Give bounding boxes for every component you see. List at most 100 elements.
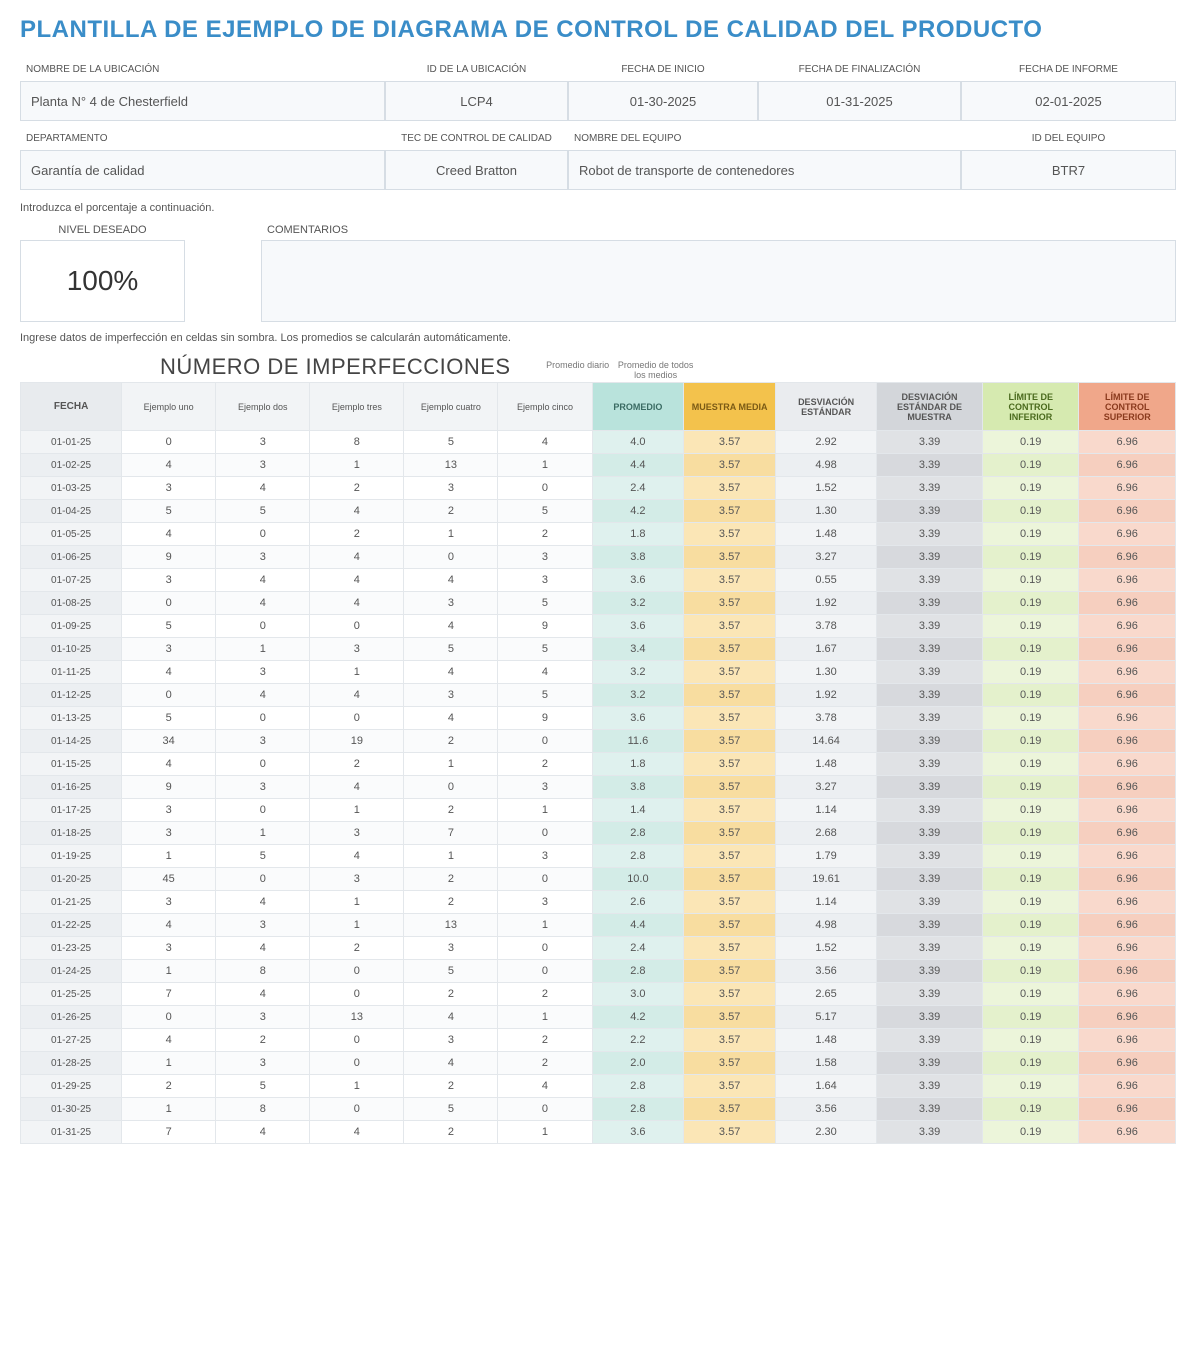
cell-sample[interactable]: 2 xyxy=(216,1029,310,1052)
value-start-date[interactable]: 01-30-2025 xyxy=(568,81,758,121)
cell-sample[interactable]: 0 xyxy=(122,684,216,707)
cell-sample[interactable]: 3 xyxy=(498,776,592,799)
cell-sample[interactable]: 2 xyxy=(310,753,404,776)
cell-sample[interactable]: 5 xyxy=(404,431,498,454)
cell-sample[interactable]: 4 xyxy=(404,661,498,684)
cell-sample[interactable]: 4 xyxy=(216,937,310,960)
cell-sample[interactable]: 1 xyxy=(404,523,498,546)
cell-sample[interactable]: 5 xyxy=(498,638,592,661)
cell-sample[interactable]: 3 xyxy=(216,730,310,753)
cell-sample[interactable]: 1 xyxy=(498,1006,592,1029)
cell-sample[interactable]: 0 xyxy=(498,868,592,891)
cell-sample[interactable]: 3 xyxy=(498,546,592,569)
cell-sample[interactable]: 0 xyxy=(216,868,310,891)
cell-sample[interactable]: 0 xyxy=(498,1098,592,1121)
cell-sample[interactable]: 0 xyxy=(310,983,404,1006)
cell-sample[interactable]: 9 xyxy=(498,707,592,730)
cell-sample[interactable]: 4 xyxy=(122,753,216,776)
cell-sample[interactable]: 0 xyxy=(310,615,404,638)
cell-sample[interactable]: 5 xyxy=(404,1098,498,1121)
cell-sample[interactable]: 4 xyxy=(122,523,216,546)
cell-sample[interactable]: 5 xyxy=(122,707,216,730)
value-desired-level[interactable]: 100% xyxy=(20,240,185,322)
cell-sample[interactable]: 4 xyxy=(310,546,404,569)
cell-sample[interactable]: 3 xyxy=(310,822,404,845)
cell-sample[interactable]: 1 xyxy=(310,661,404,684)
cell-sample[interactable]: 3 xyxy=(216,914,310,937)
value-department[interactable]: Garantía de calidad xyxy=(20,150,385,190)
cell-sample[interactable]: 3 xyxy=(216,1052,310,1075)
cell-sample[interactable]: 45 xyxy=(122,868,216,891)
cell-sample[interactable]: 4 xyxy=(216,684,310,707)
cell-sample[interactable]: 2 xyxy=(404,1121,498,1144)
cell-sample[interactable]: 3 xyxy=(122,477,216,500)
cell-sample[interactable]: 5 xyxy=(122,500,216,523)
cell-sample[interactable]: 4 xyxy=(122,1029,216,1052)
cell-sample[interactable]: 5 xyxy=(404,960,498,983)
value-end-date[interactable]: 01-31-2025 xyxy=(758,81,961,121)
cell-sample[interactable]: 3 xyxy=(122,569,216,592)
cell-sample[interactable]: 0 xyxy=(216,799,310,822)
cell-sample[interactable]: 0 xyxy=(122,1006,216,1029)
cell-sample[interactable]: 3 xyxy=(404,592,498,615)
cell-sample[interactable]: 5 xyxy=(216,500,310,523)
cell-sample[interactable]: 1 xyxy=(310,914,404,937)
cell-sample[interactable]: 7 xyxy=(122,1121,216,1144)
comments-input[interactable] xyxy=(261,240,1176,322)
cell-sample[interactable]: 0 xyxy=(122,592,216,615)
cell-sample[interactable]: 1 xyxy=(122,845,216,868)
cell-sample[interactable]: 3 xyxy=(122,799,216,822)
cell-sample[interactable]: 2 xyxy=(404,730,498,753)
cell-sample[interactable]: 4 xyxy=(310,845,404,868)
cell-sample[interactable]: 2 xyxy=(404,868,498,891)
cell-sample[interactable]: 4 xyxy=(122,914,216,937)
cell-sample[interactable]: 13 xyxy=(404,914,498,937)
cell-sample[interactable]: 4 xyxy=(122,454,216,477)
cell-sample[interactable]: 3 xyxy=(216,546,310,569)
cell-sample[interactable]: 2 xyxy=(498,523,592,546)
cell-sample[interactable]: 4 xyxy=(216,983,310,1006)
cell-sample[interactable]: 4 xyxy=(216,592,310,615)
cell-sample[interactable]: 1 xyxy=(498,914,592,937)
value-report-date[interactable]: 02-01-2025 xyxy=(961,81,1176,121)
cell-sample[interactable]: 1 xyxy=(498,799,592,822)
cell-sample[interactable]: 0 xyxy=(122,431,216,454)
cell-sample[interactable]: 3 xyxy=(404,1029,498,1052)
cell-sample[interactable]: 5 xyxy=(122,615,216,638)
cell-sample[interactable]: 2 xyxy=(404,983,498,1006)
cell-sample[interactable]: 0 xyxy=(498,960,592,983)
cell-sample[interactable]: 3 xyxy=(404,684,498,707)
cell-sample[interactable]: 4 xyxy=(498,1075,592,1098)
cell-sample[interactable]: 0 xyxy=(310,707,404,730)
cell-sample[interactable]: 13 xyxy=(310,1006,404,1029)
cell-sample[interactable]: 1 xyxy=(310,799,404,822)
cell-sample[interactable]: 2 xyxy=(310,937,404,960)
cell-sample[interactable]: 2 xyxy=(122,1075,216,1098)
cell-sample[interactable]: 0 xyxy=(498,937,592,960)
cell-sample[interactable]: 5 xyxy=(216,845,310,868)
cell-sample[interactable]: 4 xyxy=(216,477,310,500)
cell-sample[interactable]: 1 xyxy=(404,753,498,776)
cell-sample[interactable]: 2 xyxy=(498,753,592,776)
cell-sample[interactable]: 4 xyxy=(122,661,216,684)
cell-sample[interactable]: 1 xyxy=(122,960,216,983)
value-equipment-id[interactable]: BTR7 xyxy=(961,150,1176,190)
cell-sample[interactable]: 3 xyxy=(216,661,310,684)
cell-sample[interactable]: 3 xyxy=(122,891,216,914)
cell-sample[interactable]: 0 xyxy=(310,1098,404,1121)
cell-sample[interactable]: 4 xyxy=(498,431,592,454)
value-location-id[interactable]: LCP4 xyxy=(385,81,568,121)
cell-sample[interactable]: 3 xyxy=(498,845,592,868)
cell-sample[interactable]: 3 xyxy=(122,822,216,845)
cell-sample[interactable]: 1 xyxy=(404,845,498,868)
cell-sample[interactable]: 4 xyxy=(310,776,404,799)
cell-sample[interactable]: 2 xyxy=(404,799,498,822)
cell-sample[interactable]: 3 xyxy=(498,569,592,592)
cell-sample[interactable]: 3 xyxy=(216,454,310,477)
cell-sample[interactable]: 8 xyxy=(310,431,404,454)
cell-sample[interactable]: 4 xyxy=(310,569,404,592)
cell-sample[interactable]: 2 xyxy=(498,1029,592,1052)
cell-sample[interactable]: 1 xyxy=(310,454,404,477)
cell-sample[interactable]: 4 xyxy=(310,1121,404,1144)
cell-sample[interactable]: 4 xyxy=(498,661,592,684)
